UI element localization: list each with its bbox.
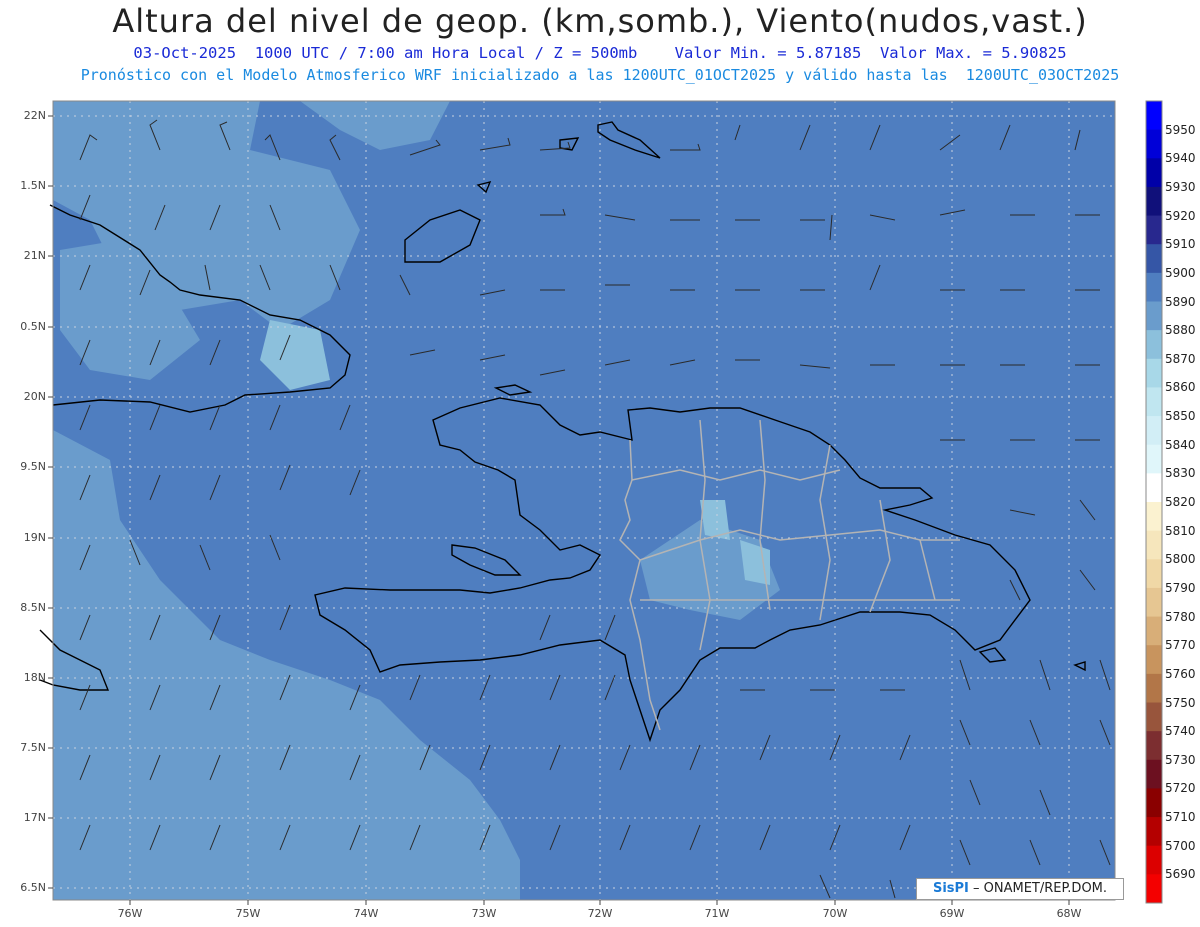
colorbar-swatch	[1146, 673, 1162, 703]
colorbar-label: 5860	[1165, 380, 1196, 395]
colorbar-label: 5850	[1165, 409, 1196, 424]
lon-label: 73W	[471, 907, 497, 920]
colorbar-swatch	[1146, 759, 1162, 789]
colorbar-label: 5870	[1165, 351, 1196, 366]
colorbar-label: 5760	[1165, 666, 1196, 681]
lat-label: 1.5N	[20, 179, 46, 192]
colorbar-swatch	[1146, 473, 1162, 503]
lon-label: 74W	[353, 907, 379, 920]
colorbar-label: 5890	[1165, 294, 1196, 309]
colorbar-swatch	[1146, 530, 1162, 560]
colorbar-swatch	[1146, 845, 1162, 875]
colorbar-label: 5830	[1165, 466, 1196, 481]
sispi-logo: SisPI	[932, 881, 969, 896]
credit-text: – ONAMET/REP.DOM.	[968, 881, 1108, 896]
colorbar-swatch	[1146, 702, 1162, 732]
lat-label: 0.5N	[20, 320, 46, 333]
colorbar-swatch	[1146, 731, 1162, 761]
colorbar-swatch	[1146, 387, 1162, 417]
colorbar-swatch	[1146, 616, 1162, 646]
colorbar-label: 5720	[1165, 781, 1196, 796]
colorbar-swatch	[1146, 874, 1162, 904]
lat-label: 6.5N	[20, 881, 46, 894]
colorbar-swatch	[1146, 272, 1162, 302]
colorbar	[1145, 100, 1163, 904]
colorbar-label: 5740	[1165, 724, 1196, 739]
colorbar-swatch	[1146, 502, 1162, 532]
lat-label: 9.5N	[20, 460, 46, 473]
colorbar-label: 5910	[1165, 237, 1196, 252]
colorbar-swatch	[1146, 444, 1162, 474]
colorbar-label: 5820	[1165, 495, 1196, 509]
colorbar-label: 5700	[1165, 838, 1196, 853]
map-canvas	[39, 100, 1163, 905]
lat-label: 8.5N	[20, 601, 46, 614]
colorbar-swatch	[1146, 358, 1162, 388]
credit-box: SisPI – ONAMET/REP.DOM.	[916, 878, 1124, 900]
lon-label: 71W	[704, 907, 730, 920]
lon-label: 76W	[117, 907, 143, 920]
colorbar-swatch	[1146, 186, 1162, 217]
colorbar-swatch	[1146, 129, 1162, 159]
colorbar-label: 5840	[1165, 437, 1196, 452]
lon-label: 75W	[235, 907, 261, 920]
colorbar-swatch	[1146, 416, 1162, 446]
colorbar-swatch	[1146, 788, 1162, 818]
lat-label: 21N	[23, 249, 46, 262]
colorbar-label: 5880	[1165, 323, 1196, 338]
colorbar-label: 5730	[1165, 752, 1196, 767]
lat-label: 18N	[23, 671, 46, 684]
colorbar-label: 5800	[1165, 552, 1196, 567]
colorbar-label: 5690	[1165, 867, 1196, 882]
lon-label: 70W	[822, 907, 848, 920]
lat-label: 19N	[23, 531, 46, 544]
colorbar-label: 5710	[1165, 810, 1196, 825]
colorbar-label: 5790	[1165, 580, 1196, 595]
colorbar-swatch	[1146, 215, 1162, 245]
colorbar-swatch	[1146, 645, 1162, 675]
colorbar-label: 5900	[1165, 265, 1196, 280]
colorbar-label: 5810	[1165, 523, 1196, 538]
colorbar-swatch	[1146, 587, 1162, 618]
colorbar-swatch	[1146, 559, 1162, 589]
lat-label: 22N	[23, 109, 46, 122]
lon-label: 68W	[1056, 907, 1082, 920]
colorbar-label: 5950	[1165, 122, 1196, 137]
colorbar-swatch	[1146, 158, 1162, 188]
colorbar-swatch	[1146, 244, 1162, 274]
lat-label: 20N	[23, 390, 46, 403]
colorbar-swatch	[1146, 817, 1162, 847]
lon-label: 72W	[587, 907, 613, 920]
colorbar-label: 5780	[1165, 609, 1196, 624]
lat-label: 7.5N	[20, 741, 46, 754]
colorbar-label: 5770	[1165, 638, 1196, 653]
lat-label: 17N	[23, 811, 46, 824]
colorbar-label: 5930	[1165, 179, 1196, 194]
colorbar-label: 5920	[1165, 208, 1196, 223]
lon-label: 69W	[939, 907, 965, 920]
colorbar-label: 5940	[1165, 151, 1196, 166]
colorbar-swatch	[1146, 101, 1162, 131]
colorbar-swatch	[1146, 330, 1162, 360]
colorbar-swatch	[1146, 301, 1162, 331]
colorbar-label: 5750	[1165, 695, 1196, 710]
